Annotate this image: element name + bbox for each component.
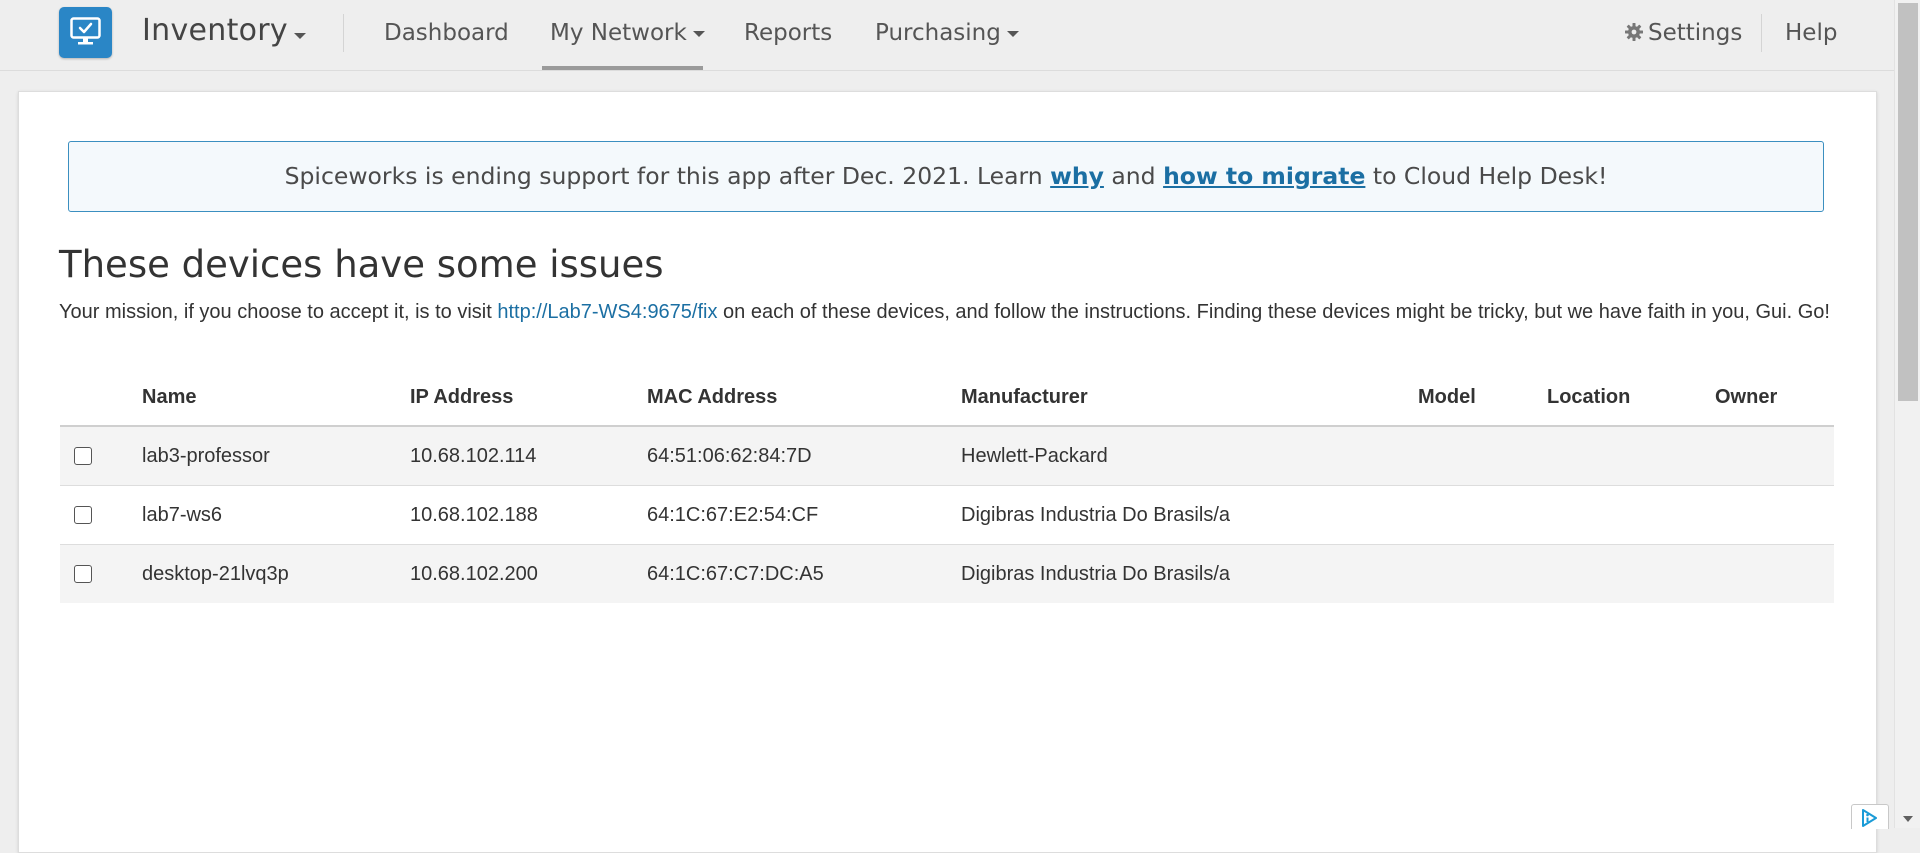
description-text-after: on each of these devices, and follow the… [717,301,1830,323]
table-row[interactable]: lab7-ws6 10.68.102.188 64:1C:67:E2:54:CF… [60,485,1834,545]
device-manufacturer: Hewlett-Packard [961,426,1418,486]
chevron-down-icon [1006,30,1019,37]
row-checkbox[interactable] [74,506,92,525]
device-owner [1715,485,1834,545]
table-row[interactable]: desktop-21lvq3p 10.68.102.200 64:1C:67:C… [60,544,1834,603]
app-title-dropdown[interactable]: Inventory [142,13,288,48]
table-row[interactable]: lab3-professor 10.68.102.114 64:51:06:62… [60,426,1834,486]
device-manufacturer: Digibras Industria Do Brasils/a [961,485,1418,545]
device-location [1547,544,1715,603]
device-name[interactable]: lab3-professor [142,426,410,486]
notice-text-before: Spiceworks is ending support for this ap… [284,162,1051,190]
gear-icon [1625,23,1643,41]
column-header-ip-address[interactable]: IP Address [410,370,647,427]
adchoices-icon [1862,809,1877,827]
select-column-header [60,370,142,427]
top-navigation: Inventory Dashboard My Network Reports P… [0,0,1900,71]
nav-reports[interactable]: Reports [744,20,832,46]
settings-link[interactable]: Settings [1624,20,1742,46]
column-header-name[interactable]: Name [142,370,410,427]
notice-text-and: and [1103,162,1164,190]
device-ip: 10.68.102.200 [410,544,647,603]
device-model [1418,544,1547,603]
scrollbar-thumb[interactable] [1898,3,1918,401]
column-header-location[interactable]: Location [1547,370,1715,427]
column-header-owner[interactable]: Owner [1715,370,1834,427]
monitor-check-icon [70,17,101,45]
row-checkbox[interactable] [74,447,92,466]
nav-divider [1761,14,1762,52]
column-header-model[interactable]: Model [1418,370,1547,427]
chevron-down-icon[interactable] [294,33,306,39]
device-location [1547,426,1715,486]
deprecation-notice: Spiceworks is ending support for this ap… [68,141,1824,212]
description-text-before: Your mission, if you choose to accept it… [59,301,498,323]
device-name[interactable]: lab7-ws6 [142,485,410,545]
device-model [1418,426,1547,486]
nav-my-network-label: My Network [550,20,687,46]
device-ip: 10.68.102.188 [410,485,647,545]
nav-dashboard-label: Dashboard [384,20,509,46]
help-label: Help [1785,20,1838,46]
table-header-row: Name IP Address MAC Address Manufacturer… [60,370,1834,427]
device-mac: 64:1C:67:C7:DC:A5 [647,544,961,603]
device-location [1547,485,1715,545]
settings-label: Settings [1648,20,1743,46]
mission-description: Your mission, if you choose to accept it… [59,298,1839,327]
adchoices-badge[interactable] [1851,804,1889,829]
notice-text-after: to Cloud Help Desk! [1365,162,1608,190]
device-mac: 64:1C:67:E2:54:CF [647,485,961,545]
device-ip: 10.68.102.114 [410,426,647,486]
app-logo[interactable] [59,7,112,58]
device-name[interactable]: desktop-21lvq3p [142,544,410,603]
nav-active-indicator [542,66,703,70]
scroll-down-arrow-icon[interactable] [1903,816,1913,822]
chevron-down-icon [692,30,705,37]
devices-table: Name IP Address MAC Address Manufacturer… [60,370,1834,603]
column-header-mac-address[interactable]: MAC Address [647,370,961,427]
device-model [1418,485,1547,545]
nav-dashboard[interactable]: Dashboard [384,20,509,46]
column-header-manufacturer[interactable]: Manufacturer [961,370,1418,427]
nav-reports-label: Reports [744,20,833,46]
help-link[interactable]: Help [1785,20,1837,46]
row-select-cell [60,544,142,603]
device-owner [1715,544,1834,603]
nav-divider [343,14,344,52]
device-owner [1715,426,1834,486]
fix-url-link[interactable]: http://Lab7-WS4:9675/fix [497,301,717,323]
nav-purchasing[interactable]: Purchasing [875,20,1019,46]
device-manufacturer: Digibras Industria Do Brasils/a [961,544,1418,603]
notice-link-why[interactable]: why [1050,162,1104,190]
nav-my-network[interactable]: My Network [550,20,705,46]
device-mac: 64:51:06:62:84:7D [647,426,961,486]
row-select-cell [60,426,142,486]
page-scrollbar[interactable] [1894,0,1920,828]
row-select-cell [60,485,142,545]
page-title: These devices have some issues [59,243,664,286]
row-checkbox[interactable] [74,565,92,584]
nav-purchasing-label: Purchasing [875,20,1001,46]
notice-link-migrate[interactable]: how to migrate [1163,162,1365,190]
